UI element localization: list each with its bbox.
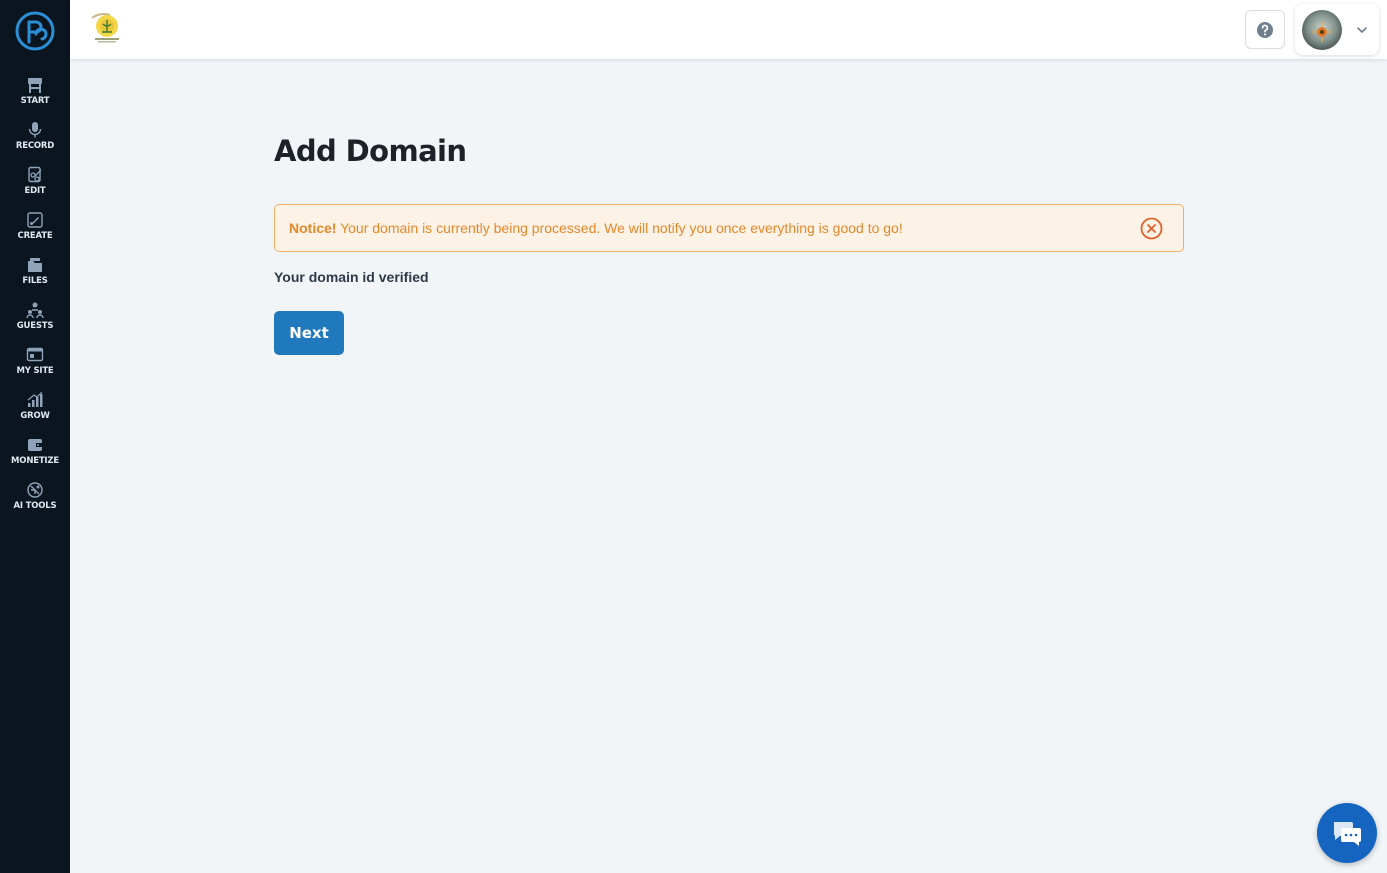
chat-icon <box>1333 822 1361 846</box>
sidebar-item-my-site[interactable]: MY SITE <box>0 342 70 387</box>
sidebar-item-label: CREATE <box>17 231 53 241</box>
sidebar-item-label: MY SITE <box>16 366 54 376</box>
sidebar-item-label: EDIT <box>24 186 46 196</box>
question-icon <box>1257 21 1273 38</box>
sidebar-item-label: START <box>20 96 50 106</box>
notice-banner: Notice! Your domain is currently being p… <box>274 204 1184 252</box>
edit-icon <box>28 166 42 183</box>
create-icon <box>27 212 43 228</box>
brand-logo[interactable] <box>88 10 126 46</box>
sidebar-item-record[interactable]: RECORD <box>0 117 70 162</box>
profile-menu-button[interactable] <box>1295 4 1379 55</box>
notice-message: Your domain is currently being processed… <box>336 220 903 236</box>
chevron-down-icon <box>1357 27 1367 33</box>
start-icon <box>28 78 42 93</box>
ai-tools-icon <box>27 482 43 498</box>
site-icon <box>26 347 44 362</box>
microphone-icon <box>28 122 42 138</box>
grow-icon <box>27 391 43 407</box>
app-logo-icon[interactable] <box>14 10 56 52</box>
sidebar-item-label: MONETIZE <box>11 456 59 466</box>
top-header <box>70 0 1387 59</box>
sidebar-item-monetize[interactable]: MONETIZE <box>0 432 70 477</box>
help-button[interactable] <box>1245 10 1285 49</box>
sidebar-item-create[interactable]: CREATE <box>0 207 70 252</box>
chat-button[interactable] <box>1317 803 1377 863</box>
sidebar-item-label: RECORD <box>15 141 55 151</box>
guests-icon <box>26 302 44 319</box>
sidebar-item-guests[interactable]: GUESTS <box>0 297 70 342</box>
sidebar: START RECORD EDIT CREATE FILES GUESTS MY… <box>0 0 70 873</box>
notice-text: Notice! Your domain is currently being p… <box>289 220 903 236</box>
sidebar-item-label: GUESTS <box>16 321 54 331</box>
sidebar-nav: START RECORD EDIT CREATE FILES GUESTS MY… <box>0 72 70 522</box>
sidebar-item-label: AI TOOLS <box>13 501 57 511</box>
sidebar-item-files[interactable]: FILES <box>0 252 70 297</box>
sidebar-item-ai-tools[interactable]: AI TOOLS <box>0 477 70 522</box>
sidebar-item-grow[interactable]: GROW <box>0 387 70 432</box>
files-icon <box>28 258 42 272</box>
sidebar-item-start[interactable]: START <box>0 72 70 117</box>
avatar <box>1302 10 1342 50</box>
verification-status: Your domain id verified <box>274 269 429 285</box>
sidebar-item-label: GROW <box>20 411 50 421</box>
monetize-icon <box>28 439 42 451</box>
notice-label: Notice! <box>289 220 337 236</box>
sidebar-item-edit[interactable]: EDIT <box>0 162 70 207</box>
sidebar-item-label: FILES <box>22 276 48 286</box>
close-icon[interactable] <box>1140 217 1163 240</box>
next-button[interactable]: Next <box>274 311 344 355</box>
page-title: Add Domain <box>274 134 467 168</box>
